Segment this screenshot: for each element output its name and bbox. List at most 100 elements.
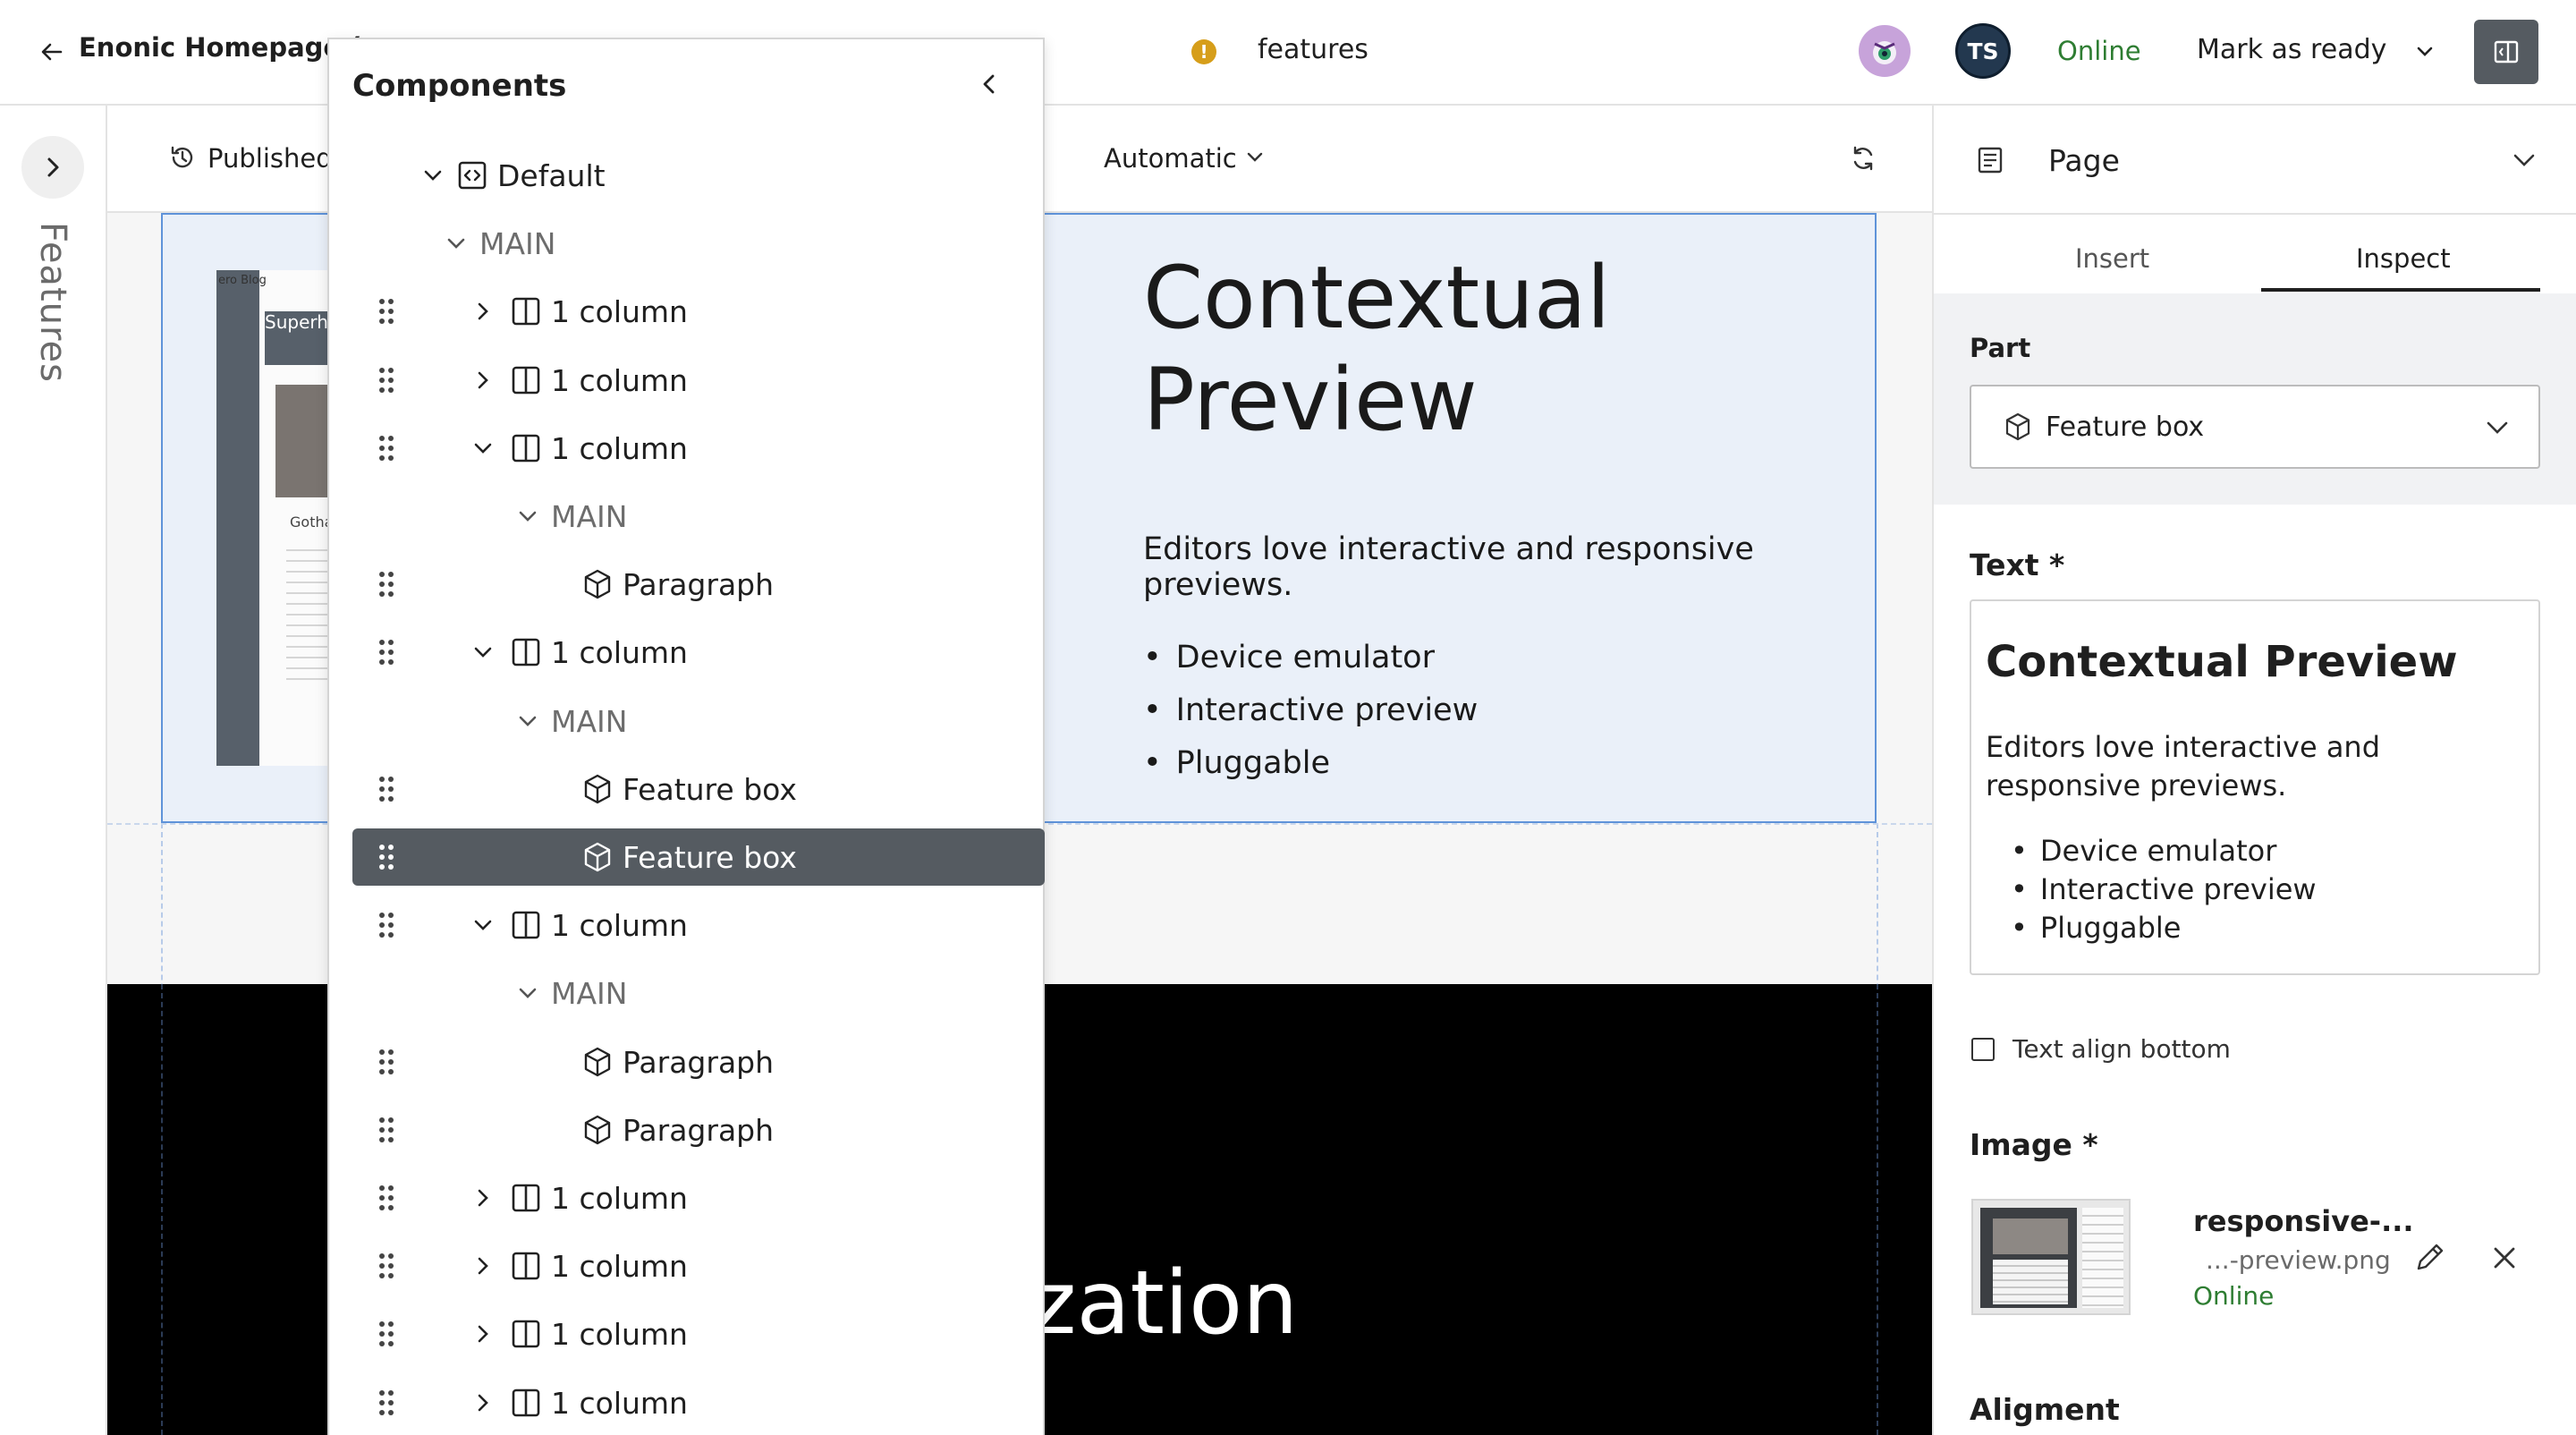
tree-row-layout[interactable]: 1 column [327,283,1043,340]
tree-row-layout[interactable]: 1 column [327,420,1043,477]
checkbox-label[interactable]: Text align bottom [2012,1034,2231,1064]
text-align-bottom-checkbox[interactable] [1971,1038,1995,1061]
tab-bar [1934,213,2576,292]
back-arrow-icon[interactable] [34,36,70,68]
chevron-down-icon[interactable] [2508,145,2540,175]
active-tab-indicator [2261,288,2540,292]
warning-icon: ! [1191,39,1216,64]
layout-icon [510,909,542,941]
tree-row-label: Default [497,158,606,193]
drag-handle-icon[interactable] [377,297,395,326]
drag-handle-icon[interactable] [377,911,395,939]
drag-handle-icon[interactable] [377,638,395,667]
cube-icon [581,1114,614,1146]
tree-row-part[interactable]: Paragraph [327,1033,1043,1091]
drag-handle-icon[interactable] [377,1184,395,1212]
chevron-right-icon[interactable] [470,1321,496,1346]
tree-row-layout[interactable]: 1 column [327,896,1043,954]
pencil-icon[interactable] [2411,1238,2449,1276]
drag-handle-icon[interactable] [377,1320,395,1348]
drag-handle-icon[interactable] [377,1116,395,1144]
collapse-panel-icon[interactable] [975,70,1004,98]
drag-handle-icon[interactable] [377,775,395,803]
chevron-right-icon[interactable] [470,1185,496,1210]
tree-row-page[interactable]: Default [327,147,1043,204]
chevron-down-icon[interactable] [515,709,540,734]
chevron-right-icon[interactable] [470,299,496,324]
refresh-icon[interactable] [1848,143,1878,174]
chevron-down-icon[interactable] [515,981,540,1006]
tree-row-label: MAIN [551,976,628,1012]
expand-rail-button[interactable] [21,136,84,199]
drag-handle-icon[interactable] [377,366,395,395]
tree-row-layout[interactable]: 1 column [327,1305,1043,1363]
image-thumbnail[interactable] [1971,1199,2131,1315]
tree-row-region[interactable]: MAIN [327,488,1043,545]
toggle-panel-button[interactable] [2474,20,2538,84]
feature-text: Editors love interactive and responsive … [1143,531,1754,603]
tree-row-layout[interactable]: 1 column [327,352,1043,409]
tree-row-label: 1 column [551,1317,688,1353]
panel-toggle-icon [2494,40,2519,64]
chevron-down-icon[interactable] [470,913,496,938]
list-item: Device emulator [1143,632,1478,684]
preview-mode-select[interactable]: Automatic [1104,143,1237,174]
tree-row-region[interactable]: MAIN [327,692,1043,750]
drag-handle-icon[interactable] [377,1252,395,1280]
chevron-down-icon[interactable] [470,640,496,665]
drag-handle-icon[interactable] [377,1048,395,1076]
chevron-right-icon [47,157,59,177]
chevron-down-icon[interactable] [1243,147,1267,168]
collaborator-avatar[interactable] [1859,25,1911,77]
chevron-right-icon[interactable] [470,368,496,393]
region-guide [1877,984,1878,1435]
layout-icon [510,1387,542,1419]
mark-as-ready-button[interactable]: Mark as ready [2197,34,2386,65]
cube-icon [2004,412,2032,442]
chevron-down-icon[interactable] [420,163,445,188]
close-icon[interactable] [2487,1240,2522,1276]
tree-row-part[interactable]: Feature box [327,760,1043,818]
tree-row-layout[interactable]: 1 column [327,1374,1043,1431]
chevron-right-icon[interactable] [470,1253,496,1278]
page-icon [1975,145,2005,175]
tree-row-label: MAIN [479,226,556,262]
panel-title: Page [2048,143,2120,178]
layout-icon [510,636,542,668]
user-avatar[interactable]: TS [1955,23,2011,79]
tree-row-region[interactable]: MAIN [327,215,1043,272]
chevron-down-icon[interactable] [444,231,469,256]
history-icon[interactable] [168,143,197,172]
tree-row-layout[interactable]: 1 column [327,624,1043,681]
tab-insert[interactable]: Insert [2075,243,2149,274]
tree-row-part[interactable]: Paragraph [327,556,1043,613]
tab-inspect[interactable]: Inspect [2356,243,2451,274]
tree-row-layout[interactable]: 1 column [327,1169,1043,1227]
feature-list: Device emulator Interactive preview Plug… [1143,632,1479,790]
layout-icon [510,364,542,396]
tree-row-region[interactable]: MAIN [327,964,1043,1022]
chevron-down-icon[interactable] [2411,39,2438,64]
drag-handle-icon[interactable] [377,434,395,463]
list-item: Pluggable [1143,737,1478,790]
chevron-down-icon[interactable] [470,436,496,461]
editor-list: Device emulator Interactive preview Plug… [2011,832,2317,947]
drag-handle-icon[interactable] [377,570,395,599]
tree-row-label: 1 column [551,635,688,671]
tree-row-part[interactable]: Paragraph [327,1101,1043,1159]
content-path: features [1258,34,1368,65]
tree-row-label: 1 column [551,362,688,398]
layout-icon [510,1318,542,1350]
chevron-down-icon[interactable] [2481,413,2513,442]
drag-handle-icon[interactable] [377,843,395,871]
text-field-label: Text * [1970,548,2065,582]
list-item: Device emulator [2011,832,2317,870]
chevron-right-icon[interactable] [470,1390,496,1415]
tree-row-layout[interactable]: 1 column [327,1237,1043,1295]
published-label[interactable]: Published [208,143,333,174]
tree-row-part[interactable]: Feature box [327,828,1045,886]
cube-icon [581,773,614,805]
chevron-down-icon[interactable] [515,504,540,529]
cube-icon [581,1046,614,1078]
drag-handle-icon[interactable] [377,1388,395,1417]
